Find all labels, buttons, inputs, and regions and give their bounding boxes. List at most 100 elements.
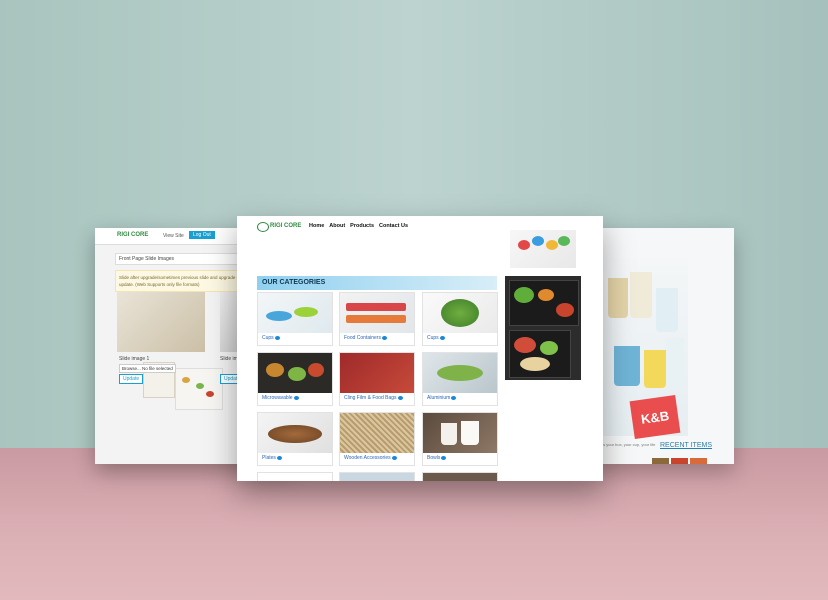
nav-about[interactable]: About [329,223,345,229]
file-input[interactable]: Browse... No file selected [119,364,176,373]
product-shape [441,423,457,445]
food-item [556,303,574,317]
eye-icon [391,455,397,460]
product-shape [308,363,324,377]
category-label[interactable]: Bowls [427,455,447,461]
cup-image [644,350,666,388]
kb-brand-card: K&B [629,394,681,440]
slide-caption-1: Slide image 1 [119,356,150,362]
eye-icon [397,395,403,400]
food-item [538,289,554,301]
eye-icon [293,395,299,400]
category-image [258,353,332,393]
lid-item [518,240,530,250]
meal-tray [509,280,579,326]
cup-image [666,338,684,386]
category-image [258,413,332,453]
category-tile-partial[interactable] [422,472,498,481]
category-tile[interactable]: Bowls [422,412,498,466]
food-item [540,341,558,355]
category-image [340,293,414,333]
recent-thumbnails [652,458,707,464]
eye-icon [381,335,387,340]
site-logo[interactable]: RIGI CORE [270,223,301,229]
recent-thumb[interactable] [671,458,688,464]
category-image [423,353,497,393]
lid-item [546,240,558,250]
cup-image [656,288,678,332]
category-label[interactable]: Cling Film & Food Bags [344,395,403,401]
categories-title: OUR CATEGORIES [262,279,326,286]
product-shape [441,299,479,327]
eye-icon [441,455,447,460]
file-status: No file selected [142,366,173,371]
category-tile[interactable]: Food Containers [339,292,415,346]
category-image [258,293,332,333]
nav-home[interactable]: Home [309,223,324,229]
category-tile-partial[interactable] [339,472,415,481]
product-shape [294,307,318,317]
categories-header: OUR CATEGORIES [257,276,497,290]
food-item [520,357,550,371]
blog-page: K&B Is your box, your cup, your life REC… [594,228,734,464]
logo-mark-icon [257,222,269,232]
view-site-link[interactable]: View Site [163,233,184,239]
category-tile[interactable]: Wooden Accessories [339,412,415,466]
cup-image [630,272,652,318]
side-product-image-meal-trays [505,276,581,380]
category-tile[interactable]: Cling Film & Food Bags [339,352,415,406]
update-button[interactable]: Update [119,374,144,384]
lid-item [558,236,570,246]
recent-items-heading[interactable]: RECENT ITEMS [660,442,712,449]
lid-item [532,236,544,246]
cup-image [614,346,640,386]
recent-thumb[interactable] [690,458,707,464]
category-tile[interactable]: Microwavable [257,352,333,406]
category-tile[interactable]: Plates [257,412,333,466]
product-shape [266,363,284,377]
category-label[interactable]: Plates [262,455,282,461]
food-item [196,383,204,389]
category-label[interactable]: Cups [262,335,280,341]
nav-products[interactable]: Products [350,223,374,229]
category-tile[interactable]: Aluminium [422,352,498,406]
main-menu: Home About Products Contact Us [309,223,408,229]
category-image [423,293,497,333]
slide-image-1 [117,292,223,410]
category-label[interactable]: Microwavable [262,395,299,401]
product-shape [288,367,306,381]
recent-thumb[interactable] [652,458,669,464]
product-shape [461,421,479,445]
category-tile[interactable]: Cups [257,292,333,346]
kb-brand-text: K&B [639,407,670,427]
category-label[interactable]: Food Containers [344,335,387,341]
food-item [514,337,536,353]
category-image [340,413,414,453]
category-label[interactable]: Wooden Accessories [344,455,397,461]
cups-photo: K&B [600,258,688,440]
product-shape [346,303,406,311]
food-item [182,377,190,383]
eye-icon [439,335,445,340]
category-image [340,353,414,393]
cup-image [608,278,628,318]
nav-contact[interactable]: Contact Us [379,223,408,229]
food-box-image [175,368,223,410]
product-shape [437,365,483,381]
front-page: RIGI CORE Home About Products Contact Us… [237,216,603,481]
logout-button[interactable]: Log Out [189,231,215,239]
eye-icon [276,455,282,460]
category-label[interactable]: Aluminium [427,395,457,401]
food-item [514,287,534,303]
product-shape [266,311,292,321]
category-image [423,413,497,453]
admin-logo: RIGI CORE [117,232,149,238]
product-shape [346,315,406,323]
category-label[interactable]: Cups [427,335,445,341]
category-tile-partial[interactable] [257,472,333,481]
category-tile[interactable]: Cups [422,292,498,346]
blog-snippet: Is your box, your cup, your life [602,442,656,447]
browse-button[interactable]: Browse... [122,366,141,371]
eye-icon [274,335,280,340]
food-item [206,391,214,397]
